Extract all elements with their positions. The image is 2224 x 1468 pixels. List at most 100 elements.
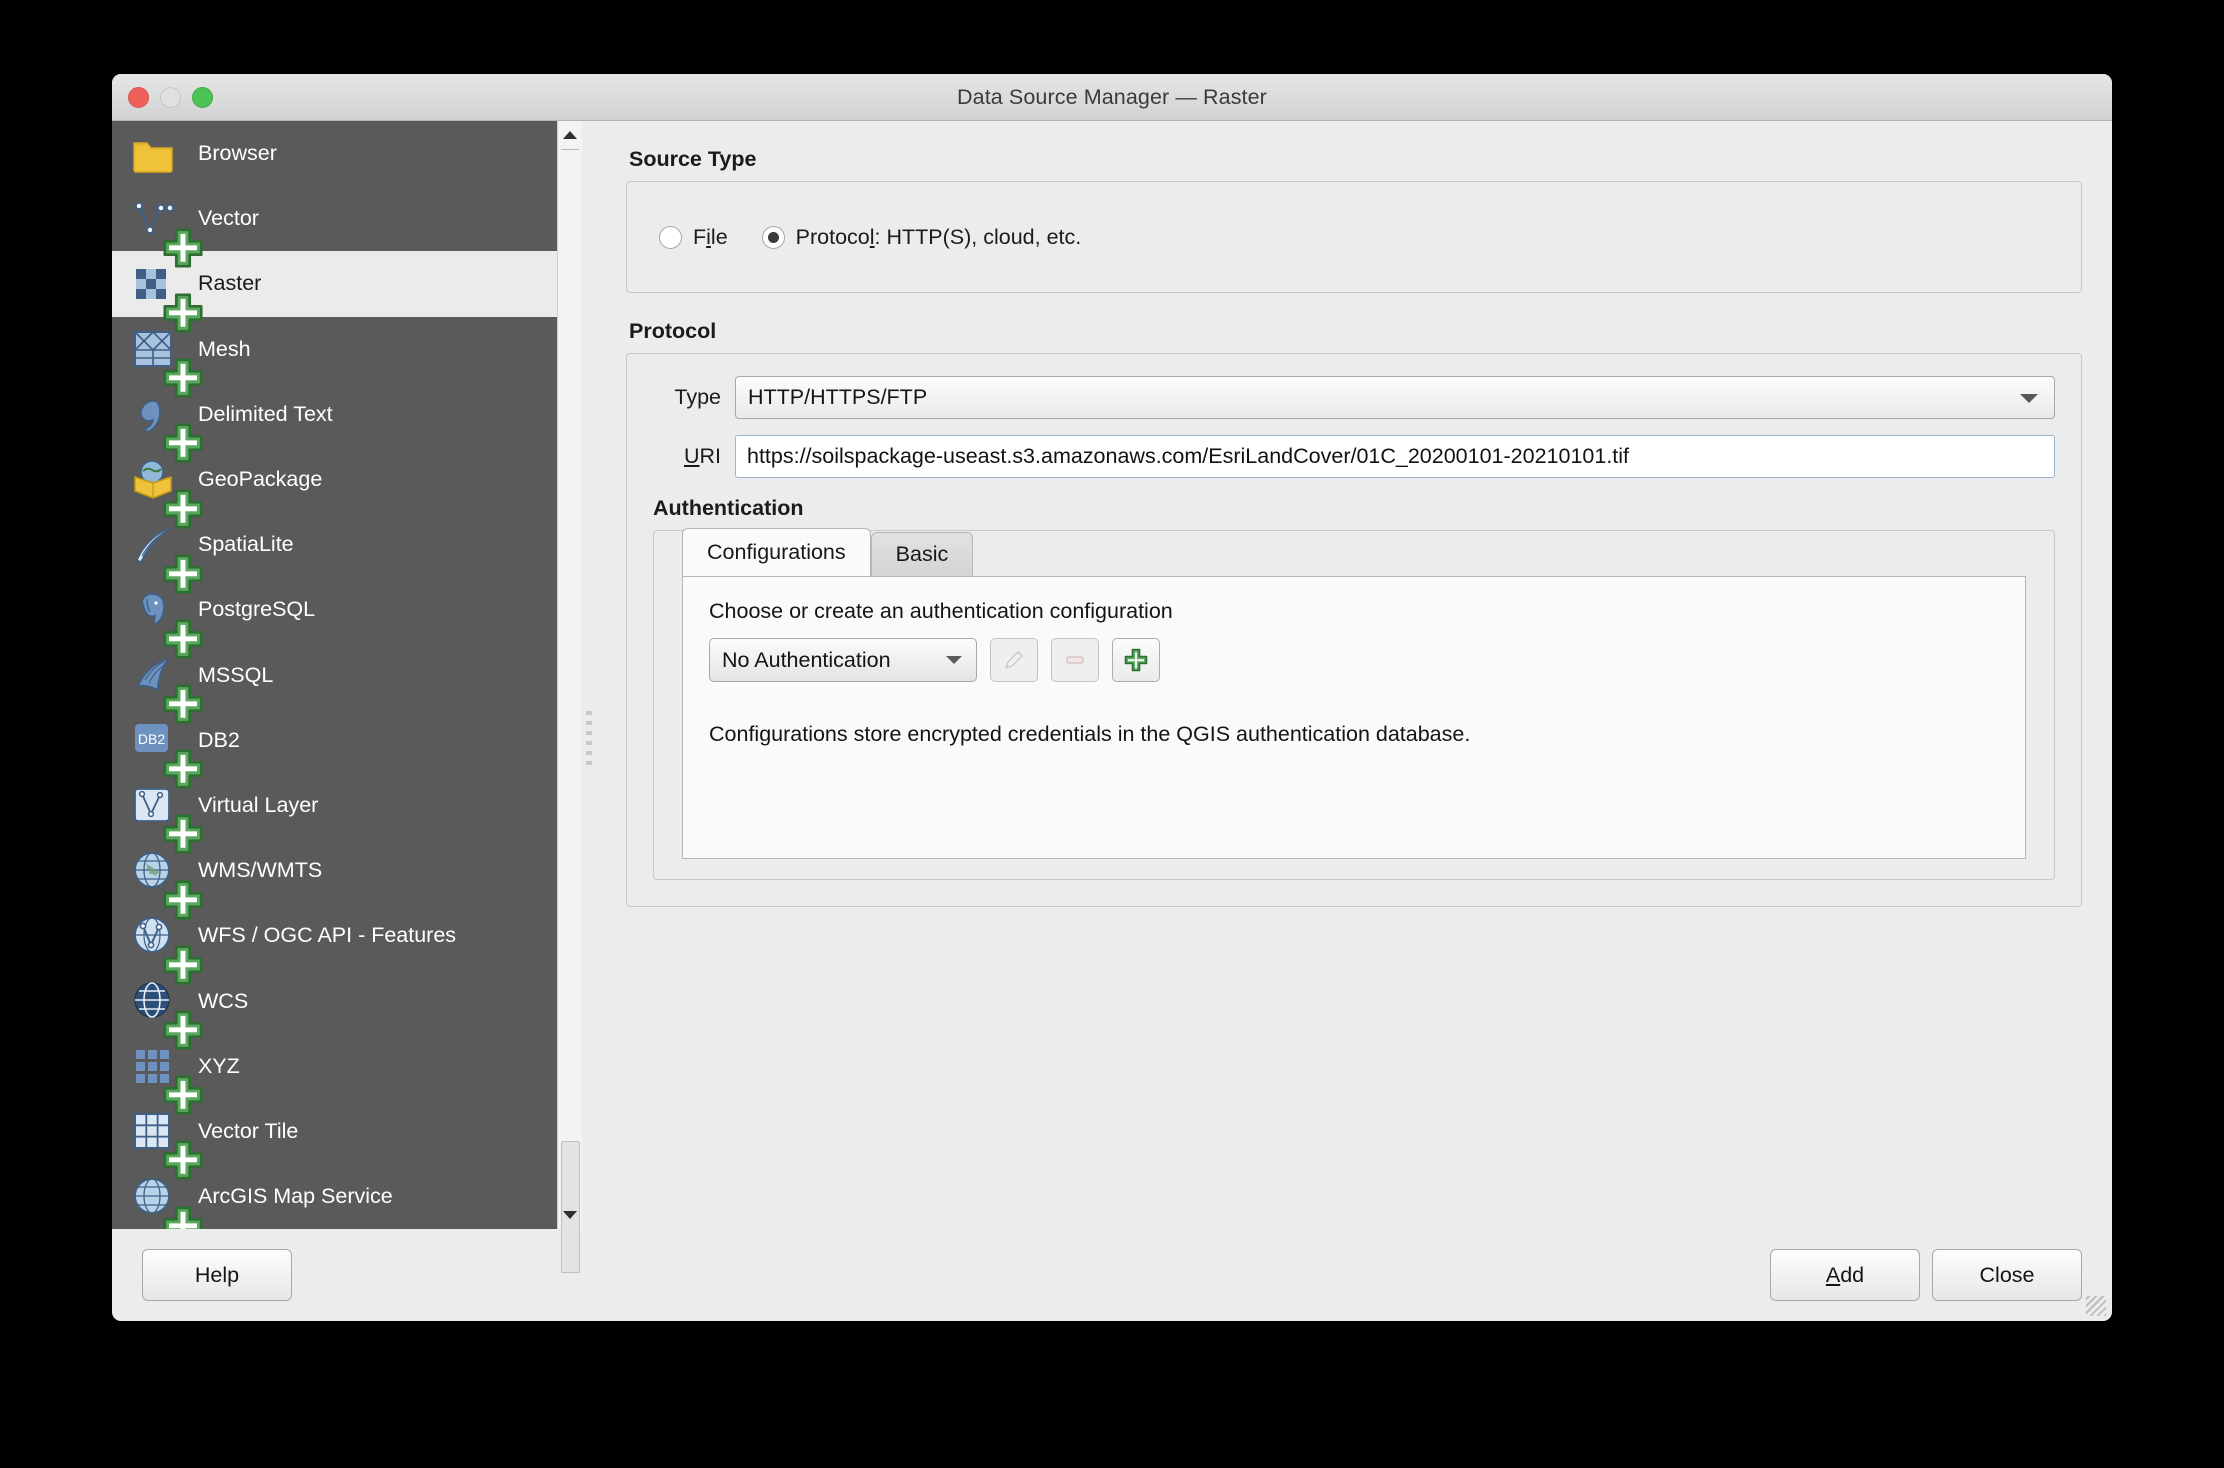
protocol-type-row: Type HTTP/HTTPS/FTP xyxy=(653,376,2055,419)
vector-icon xyxy=(130,196,203,268)
add-badge-icon xyxy=(160,616,203,659)
main-spacer xyxy=(626,907,2082,1229)
xyz-icon xyxy=(130,1043,203,1115)
add-badge-icon xyxy=(160,877,203,920)
add-badge-icon xyxy=(160,811,203,855)
window-titlebar: Data Source Manager — Raster xyxy=(112,74,2112,121)
authentication-groupbox: Configurations Basic Choose or create an… xyxy=(653,528,2055,880)
sidebar-item-label: Delimited Text xyxy=(198,401,333,426)
add-badge-icon xyxy=(160,551,203,594)
tab-basic[interactable]: Basic xyxy=(870,532,974,576)
dialog-footer: Help Add Close xyxy=(112,1229,2112,1321)
sidebar-item-label: ArcGIS Map Service xyxy=(198,1184,393,1209)
spatialite-icon xyxy=(130,522,203,594)
edit-config-button[interactable] xyxy=(990,638,1038,682)
uri-input[interactable]: https://soilspackage-useast.s3.amazonaws… xyxy=(735,435,2055,478)
wfs-icon xyxy=(130,913,203,985)
auth-config-row: No Authentication xyxy=(709,638,1999,682)
add-badge-icon xyxy=(160,1007,203,1050)
protocol-type-select[interactable]: HTTP/HTTPS/FTP xyxy=(735,376,2055,419)
window-controls xyxy=(128,74,213,120)
radio-file[interactable]: File xyxy=(659,225,762,250)
close-window-button[interactable] xyxy=(128,86,149,108)
window-body: Browser Vector Raster Mesh Delimited Text Geo… xyxy=(112,121,2112,1273)
wcs-icon xyxy=(130,978,203,1050)
minus-icon xyxy=(1066,656,1084,664)
sidebar-item-label: Virtual Layer xyxy=(198,792,319,817)
add-badge-icon xyxy=(160,942,203,985)
radio-protocol-label: Protocol: HTTP(S), cloud, etc. xyxy=(795,224,1082,249)
db2-icon: DB2 xyxy=(130,717,203,789)
radio-file-indicator[interactable] xyxy=(659,225,682,249)
auth-config-value: No Authentication xyxy=(722,647,891,672)
sidebar-item-vector[interactable]: Vector xyxy=(112,186,557,268)
svg-text:DB2: DB2 xyxy=(138,731,165,747)
auth-prompt: Choose or create an authentication confi… xyxy=(709,599,1173,623)
mssql-icon xyxy=(130,652,203,724)
radio-protocol[interactable]: Protocol: HTTP(S), cloud, etc. xyxy=(761,224,1116,250)
close-button[interactable]: Close xyxy=(1932,1249,2082,1301)
authentication-tabs: Configurations Basic xyxy=(682,528,974,576)
add-badge-icon xyxy=(160,420,203,463)
sidebar-item-label: WFS / OGC API - Features xyxy=(198,923,457,948)
sidebar-item-browser[interactable]: Browser xyxy=(112,121,557,186)
sidebar-item-label: GeoPackage xyxy=(198,467,323,492)
window-title: Data Source Manager — Raster xyxy=(957,84,1267,109)
sidebar-item-label: PostgreSQL xyxy=(198,597,316,622)
scroll-up-button[interactable] xyxy=(558,123,582,147)
add-badge-icon xyxy=(160,681,203,724)
panel-splitter[interactable] xyxy=(582,121,596,1229)
folder-icon xyxy=(130,131,176,177)
add-badge-icon xyxy=(160,1137,203,1180)
sidebar-scrollbar[interactable] xyxy=(557,121,582,1273)
chevron-up-icon xyxy=(563,131,577,139)
chevron-down-icon xyxy=(946,656,962,664)
add-badge-icon xyxy=(160,355,203,398)
add-badge-icon xyxy=(160,486,203,529)
source-type-groupbox: File Protocol: HTTP(S), cloud, etc. xyxy=(626,181,2082,293)
raster-icon xyxy=(130,261,203,333)
chevron-down-icon xyxy=(563,1211,577,1219)
protocol-title: Protocol xyxy=(629,319,717,343)
screen: Data Source Manager — Raster Browser Vect… xyxy=(0,0,2224,1468)
scroll-down-button[interactable] xyxy=(558,1203,582,1227)
zoom-window-button[interactable] xyxy=(192,86,213,108)
add-button[interactable]: Add xyxy=(1770,1249,1920,1301)
auth-note: Configurations store encrypted credentia… xyxy=(709,722,1471,746)
wms-wmts-icon xyxy=(130,848,203,920)
data-source-manager-window: Data Source Manager — Raster Browser Vect… xyxy=(112,74,2112,1321)
add-badge-icon xyxy=(160,1203,203,1229)
pencil-icon xyxy=(1004,651,1023,670)
delimited-text-icon xyxy=(130,391,203,463)
auth-config-select[interactable]: No Authentication xyxy=(709,638,977,682)
radio-file-label: File xyxy=(693,224,728,249)
splitter-grip-icon xyxy=(586,711,592,767)
uri-row: URI https://soilspackage-useast.s3.amazo… xyxy=(653,435,2055,478)
arcgis-map-service-icon xyxy=(130,1174,203,1229)
geopackage-icon xyxy=(130,457,203,529)
minimize-window-button[interactable] xyxy=(160,86,181,108)
authentication-title: Authentication xyxy=(653,496,804,520)
add-badge-icon xyxy=(160,1072,203,1115)
plus-badge-icon xyxy=(163,1206,203,1229)
sidebar-panel: Browser Vector Raster Mesh Delimited Text Geo… xyxy=(112,121,582,1273)
remove-config-button[interactable] xyxy=(1051,638,1099,682)
radio-protocol-indicator[interactable] xyxy=(761,225,785,249)
virtual-layer-icon xyxy=(130,782,203,855)
sidebar-item-label: Browser xyxy=(198,141,277,166)
sidebar-item-label: Vector xyxy=(198,206,259,231)
sidebar-item-label: WMS/WMTS xyxy=(198,858,323,883)
resize-grip-icon[interactable] xyxy=(2086,1296,2106,1316)
protocol-groupbox: Type HTTP/HTTPS/FTP URI https://soilspac… xyxy=(626,353,2082,907)
protocol-type-value: HTTP/HTTPS/FTP xyxy=(748,385,928,409)
add-badge-icon xyxy=(160,290,203,333)
plus-icon xyxy=(1124,648,1148,672)
protocol-type-label: Type xyxy=(674,385,721,409)
add-config-button[interactable] xyxy=(1112,638,1160,682)
add-badge-icon xyxy=(160,225,203,268)
sidebar-item-label: Raster xyxy=(198,271,262,296)
sidebar-list[interactable]: Browser Vector Raster Mesh Delimited Text Geo… xyxy=(112,121,557,1229)
postgresql-icon xyxy=(130,587,203,659)
help-button[interactable]: Help xyxy=(142,1249,292,1301)
tab-configurations[interactable]: Configurations xyxy=(682,528,871,576)
